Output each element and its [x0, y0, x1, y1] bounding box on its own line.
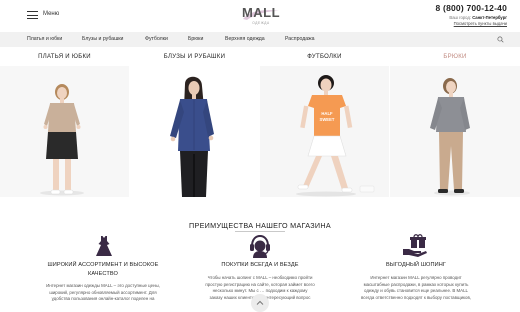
menu-label[interactable]: Меню [43, 11, 59, 17]
category-card-dresses[interactable]: ПЛАТЬЯ И ЮБКИ [0, 50, 129, 197]
category-title: ПЛАТЬЯ И ЮБКИ [38, 54, 91, 60]
logo-subtext: ОДЕЖДА [252, 21, 270, 25]
svg-text:SWEET: SWEET [320, 117, 335, 122]
search-icon[interactable] [497, 36, 504, 43]
advantage-profitable-shopping: ВЫГОДНЫЙ ШОПИНГ Интернет магазин MALL ре… [336, 261, 496, 301]
advantage-assortment: ШИРОКИЙ АССОРТИМЕНТ И ВЫСОКОЕ КАЧЕСТВО И… [20, 261, 186, 303]
model-photo-blouses [130, 66, 259, 197]
contacts: 8 (800) 700-12-40 Ваш город: Санкт-Петер… [436, 3, 507, 26]
city-selector[interactable]: Санкт-Петербург [472, 15, 507, 20]
nav-item-dresses[interactable]: Платья и юбки [27, 36, 62, 42]
nav-item-blouses[interactable]: Блузы и рубашки [82, 36, 123, 42]
nav-item-trousers[interactable]: Брюки [188, 36, 203, 42]
chevron-up-icon [256, 300, 264, 305]
advantage-text: Интернет магазин одежды MALL – это досту… [46, 283, 160, 302]
headset-operator-icon [250, 234, 270, 258]
advantage-heading: ВЫГОДНЫЙ ШОПИНГ [385, 262, 447, 268]
category-card-trousers[interactable]: БРЮКИ [390, 50, 520, 197]
category-card-blouses[interactable]: БЛУЗЫ И РУБАШКИ [130, 50, 259, 197]
header: Меню MALL ОДЕЖДА 8 (800) 700-12-40 Ваш г… [0, 0, 520, 32]
model-photo-dresses [0, 66, 129, 197]
pickup-points-link[interactable]: Посмотреть пункты выдачи [436, 21, 507, 26]
dress-icon [96, 236, 112, 256]
nav-item-tshirts[interactable]: Футболки [145, 36, 168, 42]
category-grid: ПЛАТЬЯ И ЮБКИ БЛУЗЫ И РУБАШКИ ФУТБОЛКИ H… [0, 50, 520, 197]
category-title: БРЮКИ [443, 54, 467, 60]
phone-number[interactable]: 8 (800) 700-12-40 [436, 3, 507, 13]
logo[interactable]: MALL ОДЕЖДА [236, 3, 286, 27]
category-title: БЛУЗЫ И РУБАШКИ [163, 54, 226, 60]
city-line: Ваш город: Санкт-Петербург [436, 15, 507, 20]
category-card-tshirts[interactable]: ФУТБОЛКИ HALF SWEET [260, 50, 389, 197]
svg-text:HALF: HALF [321, 111, 333, 116]
gift-hand-icon [403, 234, 427, 257]
hamburger-menu-icon[interactable] [27, 11, 38, 19]
advantage-text: Интернет магазин MALL регулярно проводит… [360, 275, 471, 300]
main-nav: Платья и юбки Блузы и рубашки Футболки Б… [0, 32, 520, 47]
model-photo-tshirts: HALF SWEET [260, 66, 389, 197]
title-divider [235, 231, 285, 232]
advantages-title: ПРЕИМУЩЕСТВА НАШЕГО МАГАЗИНА [189, 221, 331, 230]
category-title: ФУТБОЛКИ [307, 54, 342, 60]
nav-item-outerwear[interactable]: Верхняя одежда [225, 36, 265, 42]
advantage-heading: ПОКУПКИ ВСЕГДА И ВЕЗДЕ [221, 262, 299, 268]
logo-text: MALL [241, 5, 281, 20]
city-prefix: Ваш город: [449, 15, 472, 20]
model-photo-trousers [390, 66, 520, 197]
nav-item-sale[interactable]: Распродажа [285, 36, 315, 42]
scroll-to-top-button[interactable] [251, 294, 269, 312]
advantage-heading: ШИРОКИЙ АССОРТИМЕНТ И ВЫСОКОЕ КАЧЕСТВО [47, 262, 159, 277]
